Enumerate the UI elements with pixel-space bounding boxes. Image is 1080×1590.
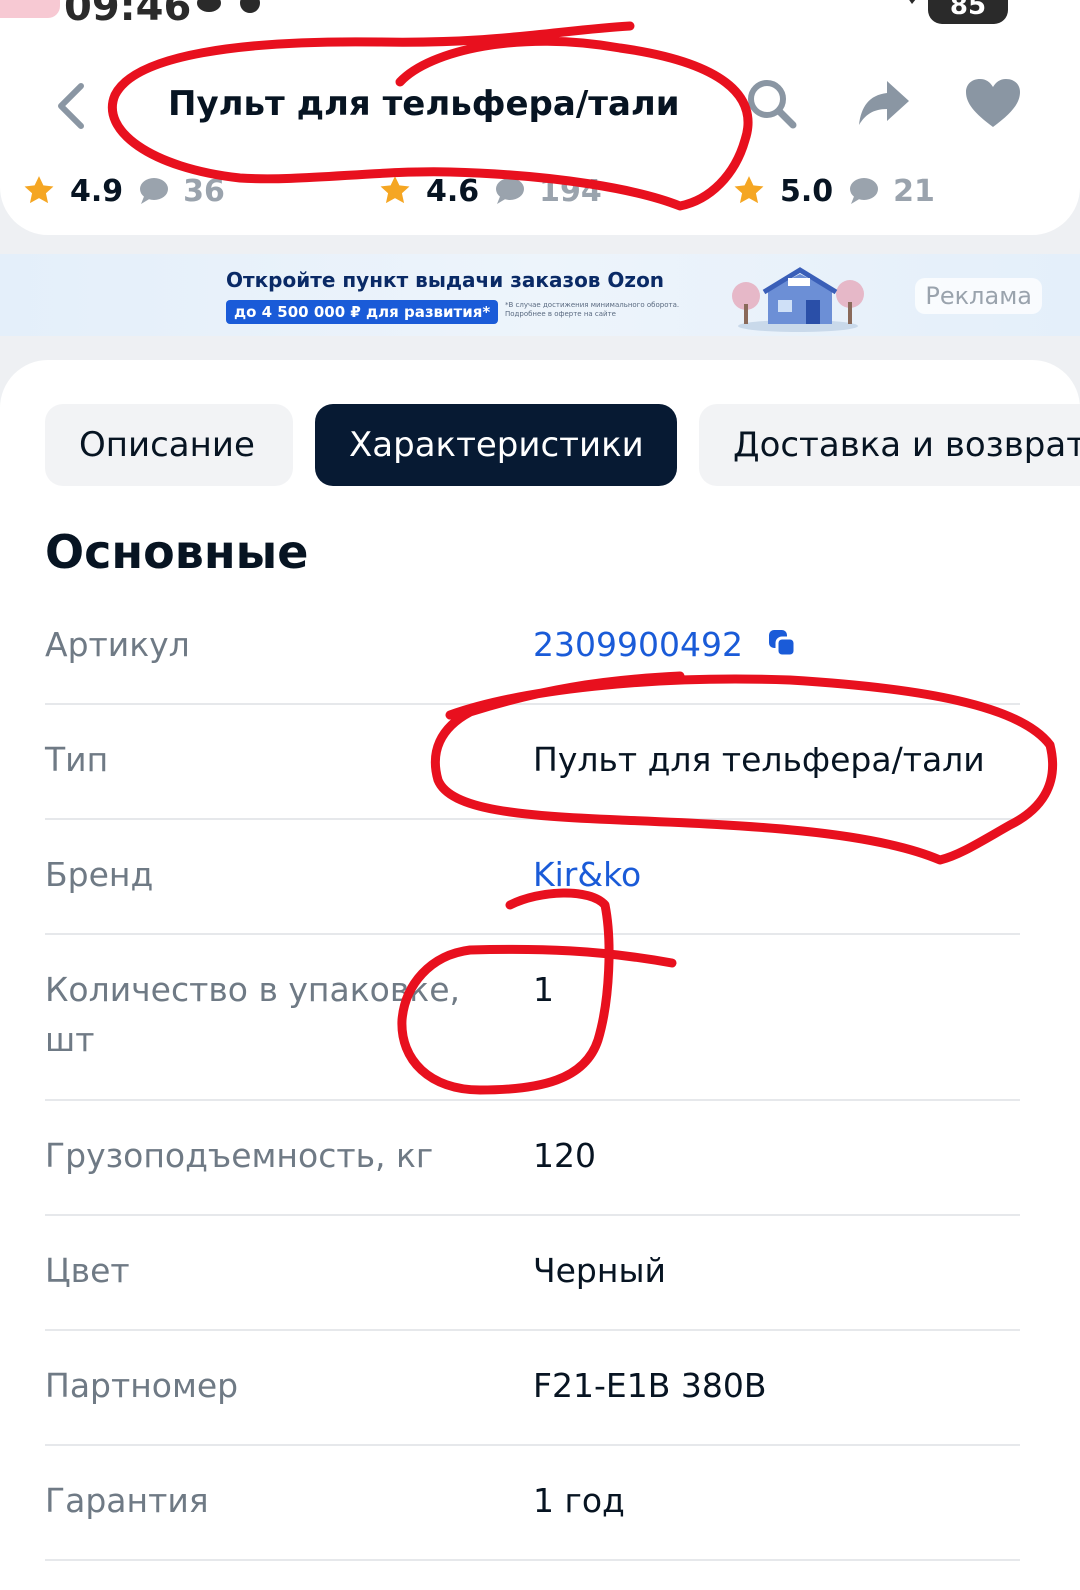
star-icon (380, 176, 410, 204)
spec-key: Партномер (45, 1366, 239, 1405)
brand-link[interactable]: Kir&ko (533, 850, 641, 900)
ad-label: Реклама (915, 278, 1042, 314)
spec-key: Артикул (45, 625, 190, 664)
search-button[interactable] (740, 72, 802, 134)
comment-icon (850, 178, 879, 204)
star-icon (24, 176, 54, 204)
ratings-row: 4.9 36 4.6 194 5.0 21 (0, 168, 1080, 214)
spec-value: 1 год (533, 1481, 625, 1520)
tab-description[interactable]: Описание (45, 404, 293, 486)
tab-characteristics[interactable]: Характеристики (315, 404, 677, 486)
review-count: 194 (539, 173, 602, 209)
share-icon (859, 81, 909, 125)
heart-icon (966, 79, 1020, 127)
product-header: Пульт для тельфера/тали 4.9 36 4.6 194 5… (0, 40, 1080, 235)
rating-value: 4.9 (70, 173, 124, 209)
rating-item[interactable]: 4.6 194 (378, 168, 602, 214)
spec-value: Черный (533, 1251, 666, 1290)
rating-item[interactable]: 5.0 21 (732, 168, 935, 214)
spec-row: Цвет Черный (45, 1216, 1020, 1331)
section-title: Основные (45, 525, 309, 579)
tab-delivery[interactable]: Доставка и возврат (699, 404, 1080, 486)
status-indicator (0, 0, 60, 18)
share-button[interactable] (852, 72, 914, 134)
spec-list: Артикул 2309900492 Тип Пульт для тельфер… (45, 590, 1020, 1561)
spec-key: Гарантия (45, 1481, 209, 1520)
review-count: 21 (893, 173, 935, 209)
search-icon (748, 80, 797, 129)
back-arrow-icon (58, 83, 84, 129)
spec-value: 2309900492 (533, 625, 743, 664)
battery-indicator: 85 (928, 0, 1008, 24)
comment-icon (496, 178, 525, 204)
tabs: Описание Характеристики Доставка и возвр… (45, 404, 1080, 486)
comment-icon (140, 178, 169, 204)
copy-icon[interactable] (767, 628, 797, 658)
review-count: 36 (183, 173, 225, 209)
star-icon (734, 176, 764, 204)
article-number[interactable]: 2309900492 (533, 620, 797, 670)
spec-row: Грузоподъемность, кг 120 (45, 1101, 1020, 1216)
ad-pill: до 4 500 000 ₽ для развития* (226, 300, 499, 324)
ad-headline: Откройте пункт выдачи заказов Ozon (226, 268, 665, 292)
spec-row: Гарантия 1 год (45, 1446, 1020, 1561)
spec-key: Бренд (45, 855, 154, 894)
spec-key: Тип (45, 740, 109, 779)
spec-value: 120 (533, 1136, 596, 1175)
ad-banner[interactable]: Откройте пункт выдачи заказов Ozon до 4 … (0, 254, 1080, 336)
spec-value: Пульт для тельфера/тали (533, 740, 985, 779)
status-time: 09:46 (64, 0, 192, 30)
spec-value: 1 (533, 970, 554, 1009)
rating-value: 5.0 (780, 173, 834, 209)
characteristics-card: Описание Характеристики Доставка и возвр… (0, 360, 1080, 1590)
spec-row: Тип Пульт для тельфера/тали (45, 705, 1020, 820)
spec-row: Количество в упаковке, шт 1 (45, 935, 1020, 1101)
status-bar: 09:46 85 (0, 0, 1080, 40)
spec-key: Грузоподъемность, кг (45, 1136, 434, 1175)
page-title: Пульт для тельфера/тали (168, 84, 680, 124)
rating-item[interactable]: 4.9 36 (22, 168, 225, 214)
spec-row: Артикул 2309900492 (45, 590, 1020, 705)
spec-key: Количество в упаковке, шт (45, 970, 461, 1059)
ad-footnote: *В случае достижения минимального оборот… (505, 301, 680, 318)
pickup-point-illustration (732, 267, 864, 332)
rating-value: 4.6 (426, 173, 480, 209)
notification-icons (195, 0, 275, 24)
back-button[interactable] (48, 76, 92, 136)
favorite-button[interactable] (962, 72, 1024, 134)
spec-key: Цвет (45, 1251, 130, 1290)
spec-value: F21-E1B 380В (533, 1366, 767, 1405)
spec-row: Партномер F21-E1B 380В (45, 1331, 1020, 1446)
spec-row: Бренд Kir&ko (45, 820, 1020, 935)
